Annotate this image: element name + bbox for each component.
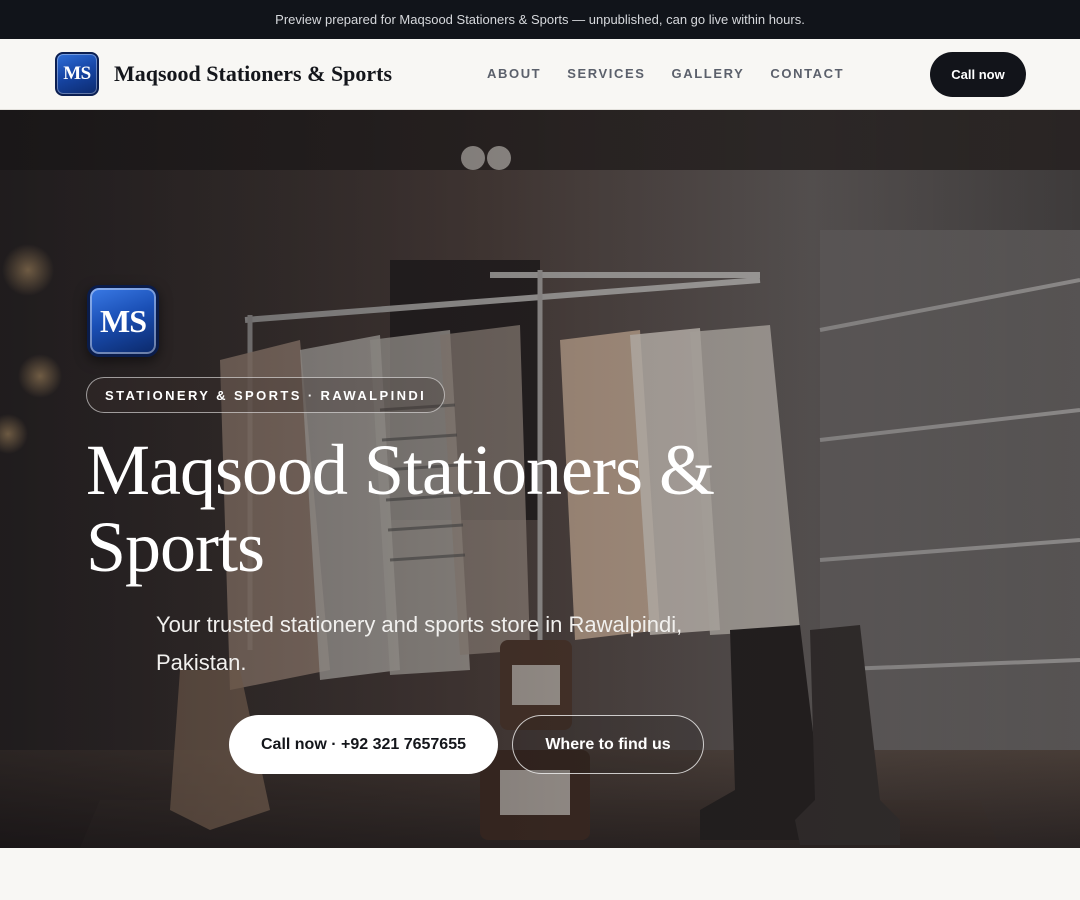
next-section bbox=[0, 848, 1080, 900]
preview-banner: Preview prepared for Maqsood Stationers … bbox=[0, 0, 1080, 39]
nav-gallery[interactable]: GALLERY bbox=[672, 66, 745, 81]
nav-services[interactable]: SERVICES bbox=[567, 66, 645, 81]
call-now-button[interactable]: Call now · +92 321 7657655 bbox=[229, 715, 498, 774]
header-call-button[interactable]: Call now bbox=[930, 52, 1026, 97]
logo-initials: MS bbox=[63, 63, 91, 84]
main-nav: ABOUT SERVICES GALLERY CONTACT bbox=[487, 66, 870, 81]
preview-banner-text: Preview prepared for Maqsood Stationers … bbox=[275, 12, 805, 27]
hero-section: MS STATIONERY & SPORTS · RAWALPINDI Maqs… bbox=[0, 110, 1080, 848]
site-header: MS Maqsood Stationers & Sports ABOUT SER… bbox=[0, 39, 1080, 110]
logo[interactable]: MS bbox=[55, 52, 99, 96]
hero-title: Maqsood Stationers & Sports bbox=[86, 430, 715, 587]
brand-name[interactable]: Maqsood Stationers & Sports bbox=[114, 61, 392, 87]
find-us-button[interactable]: Where to find us bbox=[512, 715, 704, 774]
nav-about[interactable]: ABOUT bbox=[487, 66, 541, 81]
hero-logo-initials: MS bbox=[100, 302, 147, 339]
hero-tagline: STATIONERY & SPORTS · RAWALPINDI bbox=[86, 377, 446, 413]
nav-contact[interactable]: CONTACT bbox=[770, 66, 844, 81]
hero-logo: MS bbox=[87, 285, 159, 357]
hero-subtitle: Your trusted stationery and sports store… bbox=[156, 612, 683, 675]
